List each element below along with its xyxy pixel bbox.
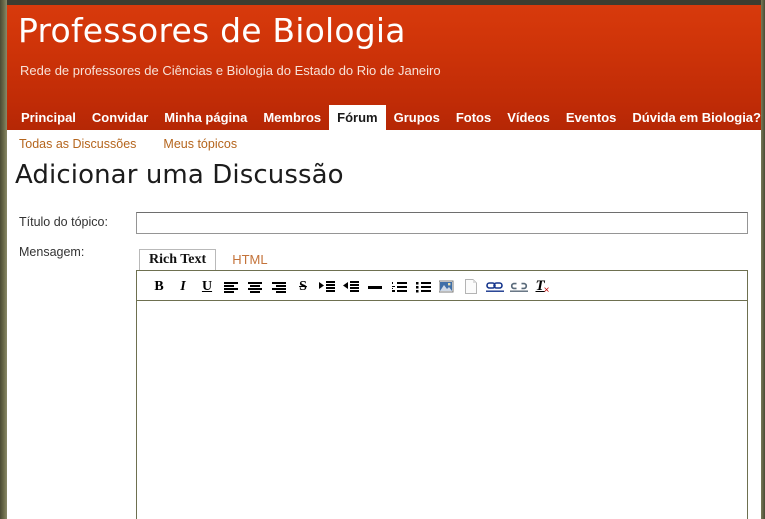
strikethrough-icon-glyph: S — [299, 279, 307, 294]
align-center-icon[interactable] — [243, 271, 267, 301]
tab-rich-text[interactable]: Rich Text — [139, 249, 217, 270]
numbered-list-icon-glyph — [391, 281, 407, 292]
insert-image-icon-glyph — [438, 280, 454, 293]
topic-title-label: Título do tópico: — [19, 215, 108, 229]
align-left-icon-glyph — [224, 281, 238, 293]
bullet-list-icon[interactable] — [411, 271, 435, 301]
nav-item-membros[interactable]: Membros — [255, 105, 329, 130]
page-root: Professores de Biologia Rede de professo… — [0, 0, 765, 519]
nav-item-grupos[interactable]: Grupos — [386, 105, 448, 130]
page-title: Adicionar uma Discussão — [15, 160, 344, 190]
editor-mode-tabs: Rich Text HTML — [139, 249, 278, 270]
nav-item-eventos[interactable]: Eventos — [558, 105, 625, 130]
horizontal-rule-icon[interactable] — [363, 271, 387, 301]
underline-icon-glyph: U — [201, 279, 213, 294]
message-body-editor[interactable] — [137, 302, 747, 519]
main-navigation: Principal Convidar Minha página Membros Fóru… — [7, 105, 761, 130]
rich-text-editor: B I U S T× — [136, 270, 748, 519]
insert-page-icon[interactable] — [459, 271, 483, 301]
numbered-list-icon[interactable] — [387, 271, 411, 301]
bullet-list-icon-glyph — [415, 281, 431, 293]
strikethrough-icon[interactable]: S — [291, 271, 315, 301]
insert-image-icon[interactable] — [435, 271, 459, 301]
subnav-item-my-topics[interactable]: Meus tópicos — [163, 130, 237, 158]
site-tagline: Rede de professores de Ciências e Biolog… — [20, 63, 441, 78]
remove-link-icon[interactable] — [507, 271, 531, 301]
nav-item-principal[interactable]: Principal — [13, 105, 84, 130]
insert-link-icon[interactable] — [483, 271, 507, 301]
italic-icon-glyph: I — [180, 279, 186, 294]
italic-icon[interactable]: I — [171, 271, 195, 301]
subnav-item-all-discussions[interactable]: Todas as Discussões — [19, 130, 136, 158]
page-frame-left-border — [0, 0, 7, 519]
underline-icon[interactable]: U — [195, 271, 219, 301]
horizontal-rule-icon-glyph — [368, 285, 382, 289]
align-center-icon-glyph — [248, 281, 262, 293]
nav-item-videos[interactable]: Vídeos — [499, 105, 558, 130]
remove-formatting-icon[interactable]: T× — [531, 271, 555, 301]
site-title: Professores de Biologia — [18, 11, 406, 50]
tab-html[interactable]: HTML — [216, 249, 277, 270]
nav-item-minha-pagina[interactable]: Minha página — [156, 105, 255, 130]
insert-link-icon-glyph — [486, 281, 504, 292]
message-label: Mensagem: — [19, 245, 85, 259]
site-banner: Professores de Biologia Rede de professo… — [7, 5, 761, 105]
forum-subnavigation: Todas as Discussões Meus tópicos — [7, 130, 761, 158]
nav-item-convidar[interactable]: Convidar — [84, 105, 156, 130]
remove-link-icon-glyph — [510, 282, 528, 292]
outdent-icon[interactable] — [339, 271, 363, 301]
insert-page-icon-glyph — [464, 279, 477, 295]
nav-item-fotos[interactable]: Fotos — [448, 105, 499, 130]
align-left-icon[interactable] — [219, 271, 243, 301]
topic-title-input[interactable] — [136, 212, 748, 234]
indent-icon-glyph — [319, 281, 335, 293]
indent-icon[interactable] — [315, 271, 339, 301]
page-frame-right-border — [761, 0, 765, 519]
nav-item-forum[interactable]: Fórum — [329, 105, 386, 130]
align-right-icon-glyph — [272, 281, 286, 293]
align-right-icon[interactable] — [267, 271, 291, 301]
editor-toolbar: B I U S T× — [137, 271, 747, 301]
nav-item-duvida-em-biologia[interactable]: Dúvida em Biologia? — [624, 105, 765, 130]
bold-icon[interactable]: B — [147, 271, 171, 301]
outdent-icon-glyph — [343, 281, 359, 293]
bold-icon-glyph: B — [154, 279, 164, 294]
